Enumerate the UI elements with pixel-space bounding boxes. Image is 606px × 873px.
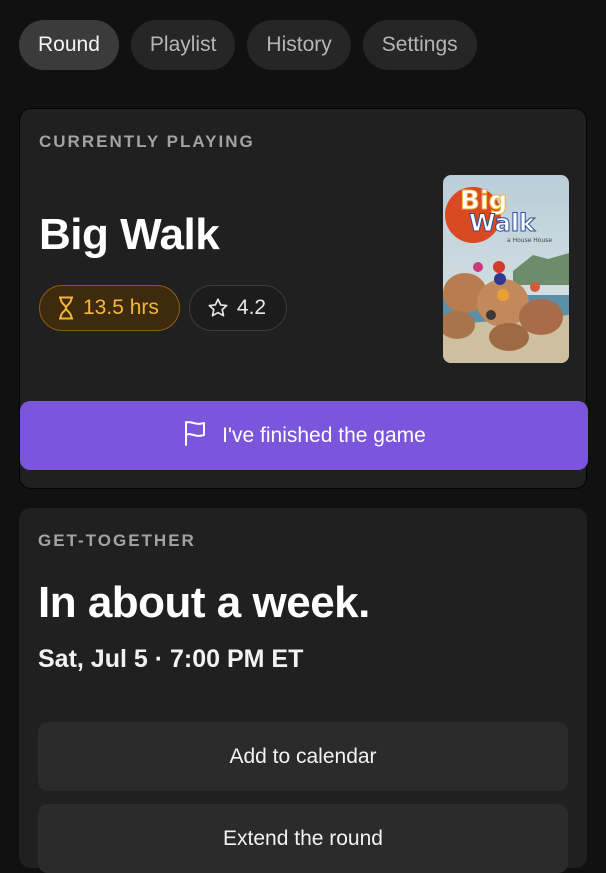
playtime-value: 13.5 hrs xyxy=(83,296,159,319)
tab-settings[interactable]: Settings xyxy=(362,20,477,70)
rating-value: 4.2 xyxy=(236,296,267,319)
finished-game-button[interactable]: I've finished the game xyxy=(20,401,588,470)
playtime-chip: 13.5 hrs xyxy=(39,285,180,331)
section-label-currently-playing: CURRENTLY PLAYING xyxy=(39,132,255,151)
hourglass-icon xyxy=(57,296,75,320)
get-together-card: GET-TOGETHER In about a week. Sat, Jul 5… xyxy=(19,508,587,873)
tab-bar: Round Playlist History Settings xyxy=(19,20,477,70)
tab-round[interactable]: Round xyxy=(19,20,119,70)
star-icon xyxy=(207,297,229,319)
tab-history[interactable]: History xyxy=(247,20,351,70)
game-title: Big Walk xyxy=(39,210,220,259)
section-label-get-together: GET-TOGETHER xyxy=(38,531,196,550)
game-cover-image: Big Walk a House House xyxy=(443,175,569,363)
extend-round-button[interactable]: Extend the round xyxy=(38,804,568,873)
flag-icon xyxy=(182,420,208,452)
add-to-calendar-button[interactable]: Add to calendar xyxy=(38,722,568,791)
finished-game-label: I've finished the game xyxy=(222,423,426,447)
cover-credit: a House House xyxy=(507,237,552,244)
get-together-headline: In about a week. xyxy=(38,578,370,627)
currently-playing-card: CURRENTLY PLAYING Big Walk 13.5 hrs 4.2 xyxy=(19,108,588,489)
rating-chip: 4.2 xyxy=(188,285,288,331)
game-stats: 13.5 hrs 4.2 xyxy=(39,285,288,331)
tab-playlist[interactable]: Playlist xyxy=(130,20,236,70)
cover-title-line2: Walk xyxy=(469,209,536,237)
get-together-datetime: Sat, Jul 5 · 7:00 PM ET xyxy=(38,645,304,673)
